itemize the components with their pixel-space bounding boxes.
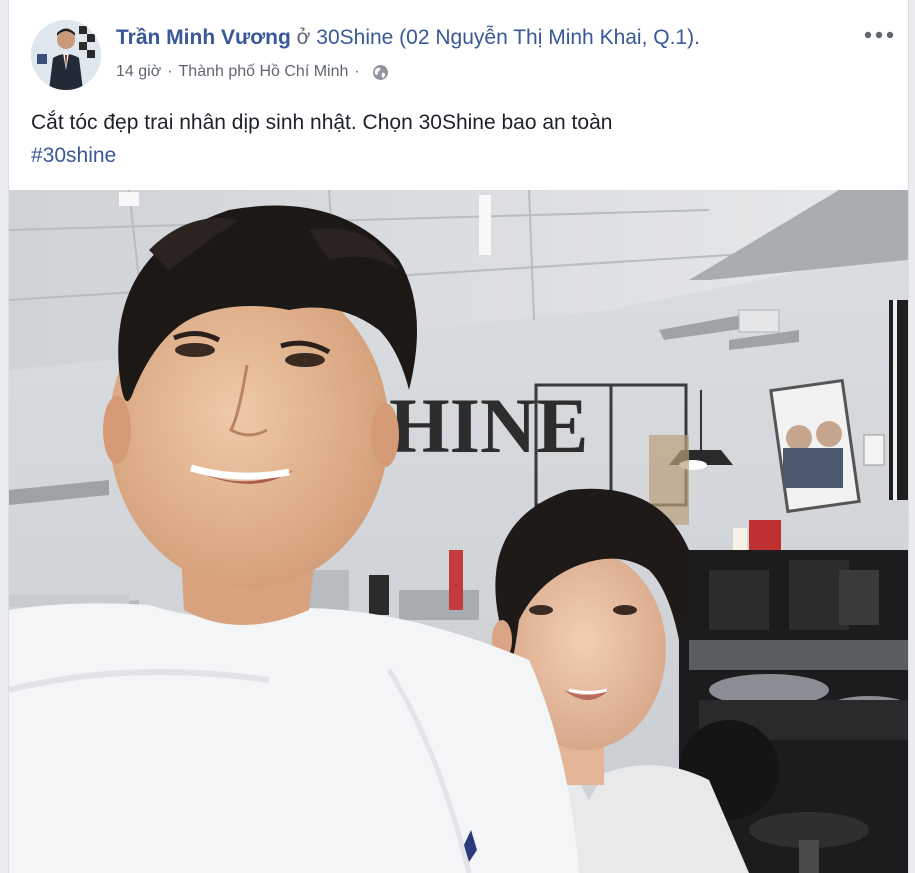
more-options-icon [864,31,894,39]
facebook-post: Trần Minh Vương ở 30Shine (02 Nguyễn Thị… [8,0,909,873]
hashtag-link[interactable]: #30shine [31,139,612,172]
post-location[interactable]: Thành phố Hồ Chí Minh [179,63,349,81]
author-avatar[interactable] [31,20,101,90]
post-header-line: Trần Minh Vương ở 30Shine (02 Nguyễn Thị… [116,26,700,50]
post-meta: 14 giờ · Thành phố Hồ Chí Minh · [116,63,389,81]
at-label: ở [296,26,311,49]
meta-separator-2: · [354,63,360,80]
place-link[interactable]: 30Shine (02 Nguyễn Thị Minh Khai, Q.1). [316,26,700,49]
more-options-button[interactable] [862,22,896,48]
selfie-photo: HINE [9,190,908,873]
shine-sign: HINE [389,382,588,469]
post-body: Cắt tóc đẹp trai nhân dịp sinh nhật. Chọ… [31,106,612,172]
globe-icon[interactable] [372,64,389,81]
post-timestamp[interactable]: 14 giờ [116,63,161,81]
meta-separator: · [167,63,173,80]
author-name-link[interactable]: Trần Minh Vương [116,26,291,49]
post-message: Cắt tóc đẹp trai nhân dịp sinh nhật. Chọ… [31,111,613,134]
post-photo[interactable]: HINE [9,190,908,873]
avatar-image [31,20,101,90]
